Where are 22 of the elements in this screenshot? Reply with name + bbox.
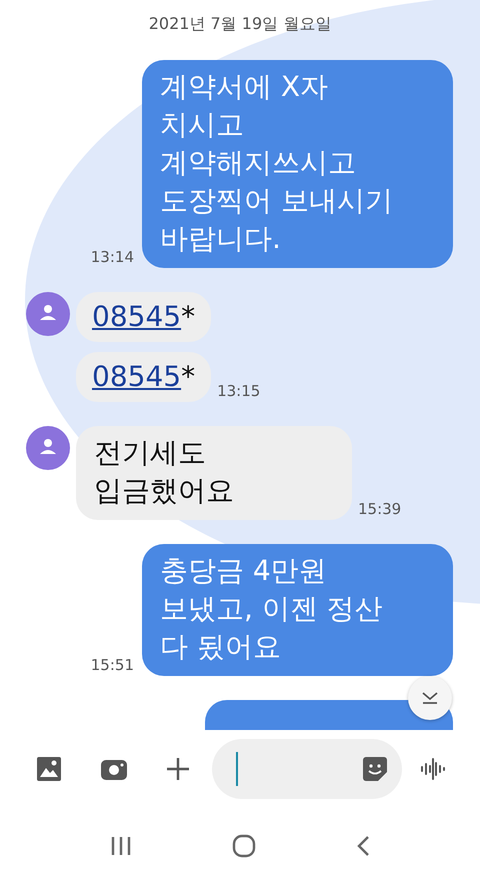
message-time: 13:15 xyxy=(217,382,260,400)
sticker-icon[interactable] xyxy=(362,756,388,782)
sound-wave-icon xyxy=(420,757,446,781)
scroll-down-button[interactable] xyxy=(408,676,452,720)
date-header: 2021년 7월 19일 월요일 xyxy=(148,14,332,35)
message-time: 13:14 xyxy=(90,248,134,266)
message-time: 15:39 xyxy=(358,500,402,518)
home-icon xyxy=(232,834,256,858)
plus-icon xyxy=(166,757,190,781)
message-time: 15:51 xyxy=(90,656,134,674)
message-bubble: 충당금 4만원 보냈고, 이젠 정산 다 됬어요 xyxy=(142,544,453,676)
recent-apps-icon xyxy=(110,836,132,856)
scroll-down-icon xyxy=(421,691,439,705)
phone-link[interactable]: 08545 xyxy=(92,300,182,333)
back-icon xyxy=(356,834,370,856)
message-bubble: 계약서에 X자 치시고 계약해지쓰시고 도장찍어 보내시기 바랍니다. xyxy=(142,60,453,268)
asterisk: * xyxy=(181,360,196,393)
phone-link[interactable]: 08545 xyxy=(92,360,182,393)
image-icon xyxy=(36,756,62,782)
message-bubble: 전기세도 입금했어요 xyxy=(76,426,352,520)
camera-icon xyxy=(100,757,128,781)
asterisk: * xyxy=(181,300,196,333)
